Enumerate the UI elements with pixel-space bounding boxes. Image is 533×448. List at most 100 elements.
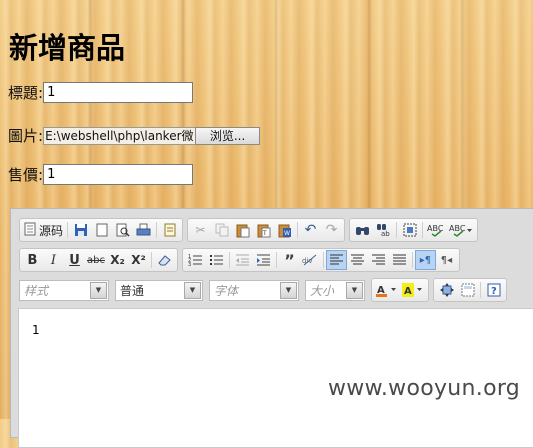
paste-button[interactable] bbox=[232, 220, 253, 240]
templates-button[interactable] bbox=[159, 220, 180, 240]
print-icon bbox=[136, 223, 151, 236]
new-page-icon bbox=[96, 223, 108, 237]
title-row: 標題: bbox=[8, 82, 194, 103]
about-button[interactable]: ? bbox=[483, 280, 504, 300]
copy-button[interactable] bbox=[211, 220, 232, 240]
show-blocks-button[interactable] bbox=[457, 280, 478, 300]
about-icon: ? bbox=[487, 283, 500, 297]
chevron-down-icon[interactable]: ▼ bbox=[280, 281, 297, 299]
find-button[interactable] bbox=[352, 220, 373, 240]
font-combo[interactable]: 字体 ▼ bbox=[209, 279, 299, 301]
toolbar-separator bbox=[275, 252, 277, 268]
toolbar-separator bbox=[67, 222, 69, 238]
spellcheck-button[interactable]: ABC bbox=[425, 220, 447, 240]
title-input[interactable] bbox=[43, 82, 194, 103]
align-left-button[interactable] bbox=[325, 250, 347, 270]
image-file-path[interactable]: E:\webshell\php\lanker微 bbox=[43, 126, 196, 145]
svg-text:div: div bbox=[302, 257, 313, 265]
justify-button[interactable] bbox=[389, 250, 410, 270]
price-row: 售價: bbox=[8, 164, 194, 185]
bg-color-button[interactable]: A bbox=[400, 280, 426, 300]
subscript-icon: X₂ bbox=[110, 253, 125, 267]
svg-text:3: 3 bbox=[188, 262, 191, 267]
price-label: 售價: bbox=[8, 166, 44, 184]
toolbar-row-2: B I U abc X₂ X² 123 ” div ▸¶ ¶◂ bbox=[19, 248, 464, 272]
find-icon bbox=[356, 227, 370, 235]
toolbar-separator bbox=[228, 252, 230, 268]
undo-button[interactable]: ↶ bbox=[300, 220, 321, 240]
preview-button[interactable] bbox=[112, 220, 133, 240]
outdent-icon bbox=[235, 254, 249, 266]
bold-button[interactable]: B bbox=[22, 250, 43, 270]
toolbar-separator bbox=[396, 222, 398, 238]
chevron-down-icon[interactable]: ▼ bbox=[184, 281, 201, 299]
underline-button[interactable]: U bbox=[64, 250, 85, 270]
size-combo[interactable]: 大小 ▼ bbox=[305, 279, 365, 301]
select-all-button[interactable] bbox=[399, 220, 420, 240]
bg-color-icon: A bbox=[402, 283, 422, 297]
chevron-down-icon[interactable]: ▼ bbox=[346, 281, 363, 299]
spellcheck-dropdown-button[interactable]: ABC bbox=[447, 220, 475, 240]
toolbar-separator bbox=[297, 222, 299, 238]
size-combo-value: 大小 bbox=[310, 283, 335, 298]
remove-format-button[interactable] bbox=[154, 250, 175, 270]
paste-word-button[interactable]: W bbox=[274, 220, 295, 240]
save-button[interactable] bbox=[70, 220, 91, 240]
new-page-button[interactable] bbox=[91, 220, 112, 240]
source-doc-icon bbox=[24, 222, 36, 239]
subscript-button[interactable]: X₂ bbox=[107, 250, 128, 270]
numbered-list-button[interactable]: 123 bbox=[185, 250, 206, 270]
svg-text:A: A bbox=[404, 286, 412, 297]
italic-button[interactable]: I bbox=[43, 250, 64, 270]
watermark: www.wooyun.org bbox=[328, 376, 521, 401]
align-right-button[interactable] bbox=[368, 250, 389, 270]
chevron-down-icon[interactable]: ▼ bbox=[90, 281, 107, 299]
create-div-button[interactable]: div bbox=[300, 250, 321, 270]
style-combo[interactable]: 样式 ▼ bbox=[19, 279, 109, 301]
blockquote-button[interactable]: ” bbox=[279, 250, 300, 270]
remove-format-icon bbox=[158, 255, 171, 266]
cut-button[interactable]: ✂ bbox=[190, 220, 211, 240]
format-combo[interactable]: 普通 ▼ bbox=[115, 279, 203, 301]
source-button[interactable]: 源码 bbox=[22, 220, 65, 240]
ltr-button[interactable]: ▸¶ bbox=[414, 250, 436, 270]
replace-button[interactable]: ab bbox=[373, 220, 394, 240]
spellcheck-dropdown-icon: ABC bbox=[449, 224, 473, 237]
templates-icon bbox=[164, 223, 176, 237]
svg-text:?: ? bbox=[491, 286, 497, 297]
strike-button[interactable]: abc bbox=[85, 250, 107, 270]
toolbar-row-1: 源码 ✂ T W ↶ ↷ ab ABC ABC bbox=[19, 218, 482, 242]
justify-icon bbox=[392, 254, 406, 265]
cut-icon: ✂ bbox=[195, 223, 206, 237]
maximize-button[interactable] bbox=[436, 280, 457, 300]
indent-button[interactable] bbox=[253, 250, 274, 270]
div-icon: div bbox=[302, 254, 317, 266]
strike-icon: abc bbox=[87, 254, 105, 266]
svg-text:W: W bbox=[284, 230, 290, 237]
price-input[interactable] bbox=[43, 164, 194, 185]
superscript-icon: X² bbox=[131, 253, 146, 267]
paste-text-button[interactable]: T bbox=[253, 220, 274, 240]
browse-button[interactable]: 浏览... bbox=[195, 126, 261, 145]
toolbar-group-basic-styles: B I U abc X₂ X² bbox=[19, 248, 178, 272]
toolbar-separator bbox=[150, 252, 152, 268]
bulleted-list-button[interactable] bbox=[206, 250, 227, 270]
outdent-button[interactable] bbox=[232, 250, 253, 270]
redo-button[interactable]: ↷ bbox=[321, 220, 342, 240]
rtl-button[interactable]: ¶◂ bbox=[436, 250, 457, 270]
undo-icon: ↶ bbox=[304, 222, 317, 238]
ltr-icon: ▸¶ bbox=[419, 254, 432, 266]
image-file-input[interactable]: E:\webshell\php\lanker微 浏览... bbox=[43, 126, 261, 145]
paste-text-icon: T bbox=[257, 224, 271, 237]
copy-icon bbox=[215, 223, 229, 237]
underline-icon: U bbox=[69, 252, 80, 268]
preview-icon bbox=[116, 223, 130, 237]
toolbar-group-editing: ab ABC ABC bbox=[349, 218, 479, 242]
print-button[interactable] bbox=[133, 220, 154, 240]
text-color-button[interactable]: A bbox=[374, 280, 400, 300]
numbered-list-icon: 123 bbox=[188, 254, 202, 267]
toolbar-separator bbox=[156, 222, 158, 238]
align-center-button[interactable] bbox=[347, 250, 368, 270]
superscript-button[interactable]: X² bbox=[128, 250, 149, 270]
toolbar-group-colors: A A bbox=[371, 278, 429, 302]
